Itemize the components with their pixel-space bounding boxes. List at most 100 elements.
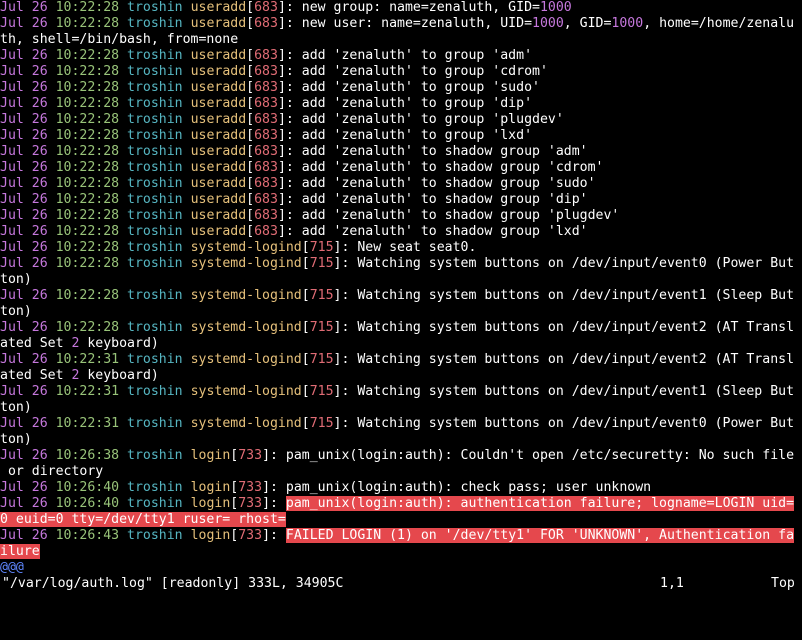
log-segment-proc: useradd: [190, 144, 247, 159]
log-segment-host: troshin: [127, 416, 191, 431]
log-segment-t: or directory: [0, 464, 104, 479]
log-line: @@@: [0, 560, 802, 576]
log-segment-t: ]: add 'zenaluth' to group 'cdrom': [277, 64, 548, 79]
log-segment-t: [: [246, 144, 255, 159]
log-segment-t: ]: Watching system buttons on /dev/input…: [333, 384, 795, 399]
log-line: Jul 26 10:26:43 troshin login[733]: FAIL…: [0, 528, 802, 544]
log-segment-date: Jul 26: [0, 48, 56, 63]
log-segment-proc: systemd-logind: [190, 352, 302, 367]
log-segment-host: troshin: [127, 176, 191, 191]
log-segment-proc: login: [190, 528, 231, 543]
log-segment-time: 10:22:28: [55, 192, 128, 207]
log-line: Jul 26 10:26:38 troshin login[733]: pam_…: [0, 448, 802, 464]
log-line: Jul 26 10:22:28 troshin systemd-logind[7…: [0, 320, 802, 336]
log-segment-host: troshin: [127, 112, 191, 127]
log-line: Jul 26 10:22:28 troshin useradd[683]: ad…: [0, 64, 802, 80]
log-segment-t: ated Set: [0, 336, 72, 351]
log-segment-date: Jul 26: [0, 288, 56, 303]
log-segment-time: 10:22:28: [55, 288, 128, 303]
log-segment-pid: 683: [254, 208, 278, 223]
log-segment-t: ]: Watching system buttons on /dev/input…: [333, 416, 795, 431]
log-segment-proc: useradd: [190, 96, 247, 111]
log-segment-t: [: [301, 256, 310, 271]
log-segment-date: Jul 26: [0, 256, 56, 271]
log-line: th, shell=/bin/bash, from=none: [0, 32, 802, 48]
log-line: Jul 26 10:22:28 troshin useradd[683]: ad…: [0, 128, 802, 144]
log-segment-time: 10:22:28: [55, 208, 128, 223]
log-segment-t: ]: add 'zenaluth' to group 'sudo': [277, 80, 540, 95]
log-segment-proc: systemd-logind: [190, 240, 302, 255]
log-segment-host: troshin: [127, 16, 191, 31]
log-segment-time: 10:22:28: [55, 144, 128, 159]
log-segment-time: 10:22:28: [55, 176, 128, 191]
log-segment-tilde: @@@: [0, 560, 24, 575]
log-segment-pid: 733: [238, 448, 263, 463]
log-segment-t: ]: add 'zenaluth' to group 'lxd': [277, 128, 533, 143]
log-line: ton): [0, 432, 802, 448]
log-segment-date: Jul 26: [0, 416, 56, 431]
log-segment-t: ]: add 'zenaluth' to group 'adm': [277, 48, 533, 63]
log-segment-t: ]: Watching system buttons on /dev/input…: [333, 256, 795, 271]
log-segment-t: ]: add 'zenaluth' to shadow group 'cdrom…: [277, 160, 604, 175]
log-segment-t: ton): [0, 432, 32, 447]
terminal-buffer[interactable]: Jul 26 10:22:28 troshin useradd[683]: ne…: [0, 0, 802, 576]
log-segment-host: troshin: [127, 96, 191, 111]
log-segment-t: [: [246, 96, 255, 111]
log-segment-t: [: [301, 352, 310, 367]
log-segment-time: 10:26:40: [55, 480, 128, 495]
log-line: Jul 26 10:22:28 troshin useradd[683]: ad…: [0, 208, 802, 224]
log-segment-pid: 733: [238, 480, 263, 495]
log-segment-date: Jul 26: [0, 240, 56, 255]
log-line: ilure: [0, 544, 802, 560]
log-segment-number: 1000: [532, 16, 564, 31]
log-segment-t: th, shell=/bin/bash, from=none: [0, 32, 239, 47]
log-segment-pid: 715: [309, 384, 334, 399]
log-segment-t: [: [246, 16, 255, 31]
log-segment-number: 1000: [539, 0, 572, 15]
log-segment-pid: 683: [254, 224, 278, 239]
log-segment-time: 10:22:28: [55, 112, 128, 127]
log-segment-pid: 683: [254, 144, 278, 159]
log-line: Jul 26 10:22:28 troshin useradd[683]: ad…: [0, 224, 802, 240]
log-segment-proc: useradd: [190, 208, 247, 223]
log-segment-time: 10:22:31: [55, 416, 128, 431]
log-segment-time: 10:22:28: [55, 0, 128, 15]
log-segment-host: troshin: [127, 160, 191, 175]
log-segment-proc: useradd: [190, 112, 247, 127]
log-segment-host: troshin: [127, 80, 191, 95]
log-segment-pid: 733: [238, 528, 263, 543]
log-segment-proc: useradd: [190, 16, 247, 31]
log-segment-t: ]:: [262, 528, 286, 543]
log-segment-t: ]: New seat seat0.: [333, 240, 477, 255]
log-segment-t: , GID=: [563, 16, 612, 31]
log-segment-proc: login: [190, 480, 231, 495]
log-segment-proc: useradd: [190, 48, 247, 63]
log-segment-proc: login: [190, 496, 231, 511]
log-line: Jul 26 10:22:28 troshin useradd[683]: ad…: [0, 80, 802, 96]
log-segment-t: [: [246, 224, 255, 239]
log-segment-pid: 683: [254, 160, 278, 175]
log-segment-date: Jul 26: [0, 528, 56, 543]
log-segment-pid: 715: [309, 320, 334, 335]
log-segment-t: ]: add 'zenaluth' to group 'dip': [277, 96, 533, 111]
log-segment-time: 10:22:28: [55, 320, 128, 335]
log-segment-t: [: [301, 240, 310, 255]
log-line: Jul 26 10:26:40 troshin login[733]: pam_…: [0, 480, 802, 496]
log-segment-t: , home=/home/zenalu: [643, 16, 795, 31]
log-line: Jul 26 10:22:28 troshin useradd[683]: ad…: [0, 160, 802, 176]
log-segment-t: keyboard): [79, 336, 159, 351]
log-segment-t: [: [246, 160, 255, 175]
scroll-indicator: Top: [771, 576, 795, 591]
log-segment-proc: systemd-logind: [190, 416, 302, 431]
log-segment-proc: systemd-logind: [190, 256, 302, 271]
log-segment-pid: 683: [254, 48, 278, 63]
log-segment-date: Jul 26: [0, 64, 56, 79]
log-segment-t: ]: pam_unix(login:auth): check pass; use…: [262, 480, 652, 495]
log-segment-t: ]: Watching system buttons on /dev/input…: [333, 320, 795, 335]
log-segment-proc: useradd: [190, 176, 247, 191]
log-segment-proc: systemd-logind: [190, 384, 302, 399]
log-segment-time: 10:22:31: [55, 384, 128, 399]
log-segment-date: Jul 26: [0, 320, 56, 335]
log-segment-time: 10:22:28: [55, 64, 128, 79]
log-segment-number: 1000: [611, 16, 644, 31]
